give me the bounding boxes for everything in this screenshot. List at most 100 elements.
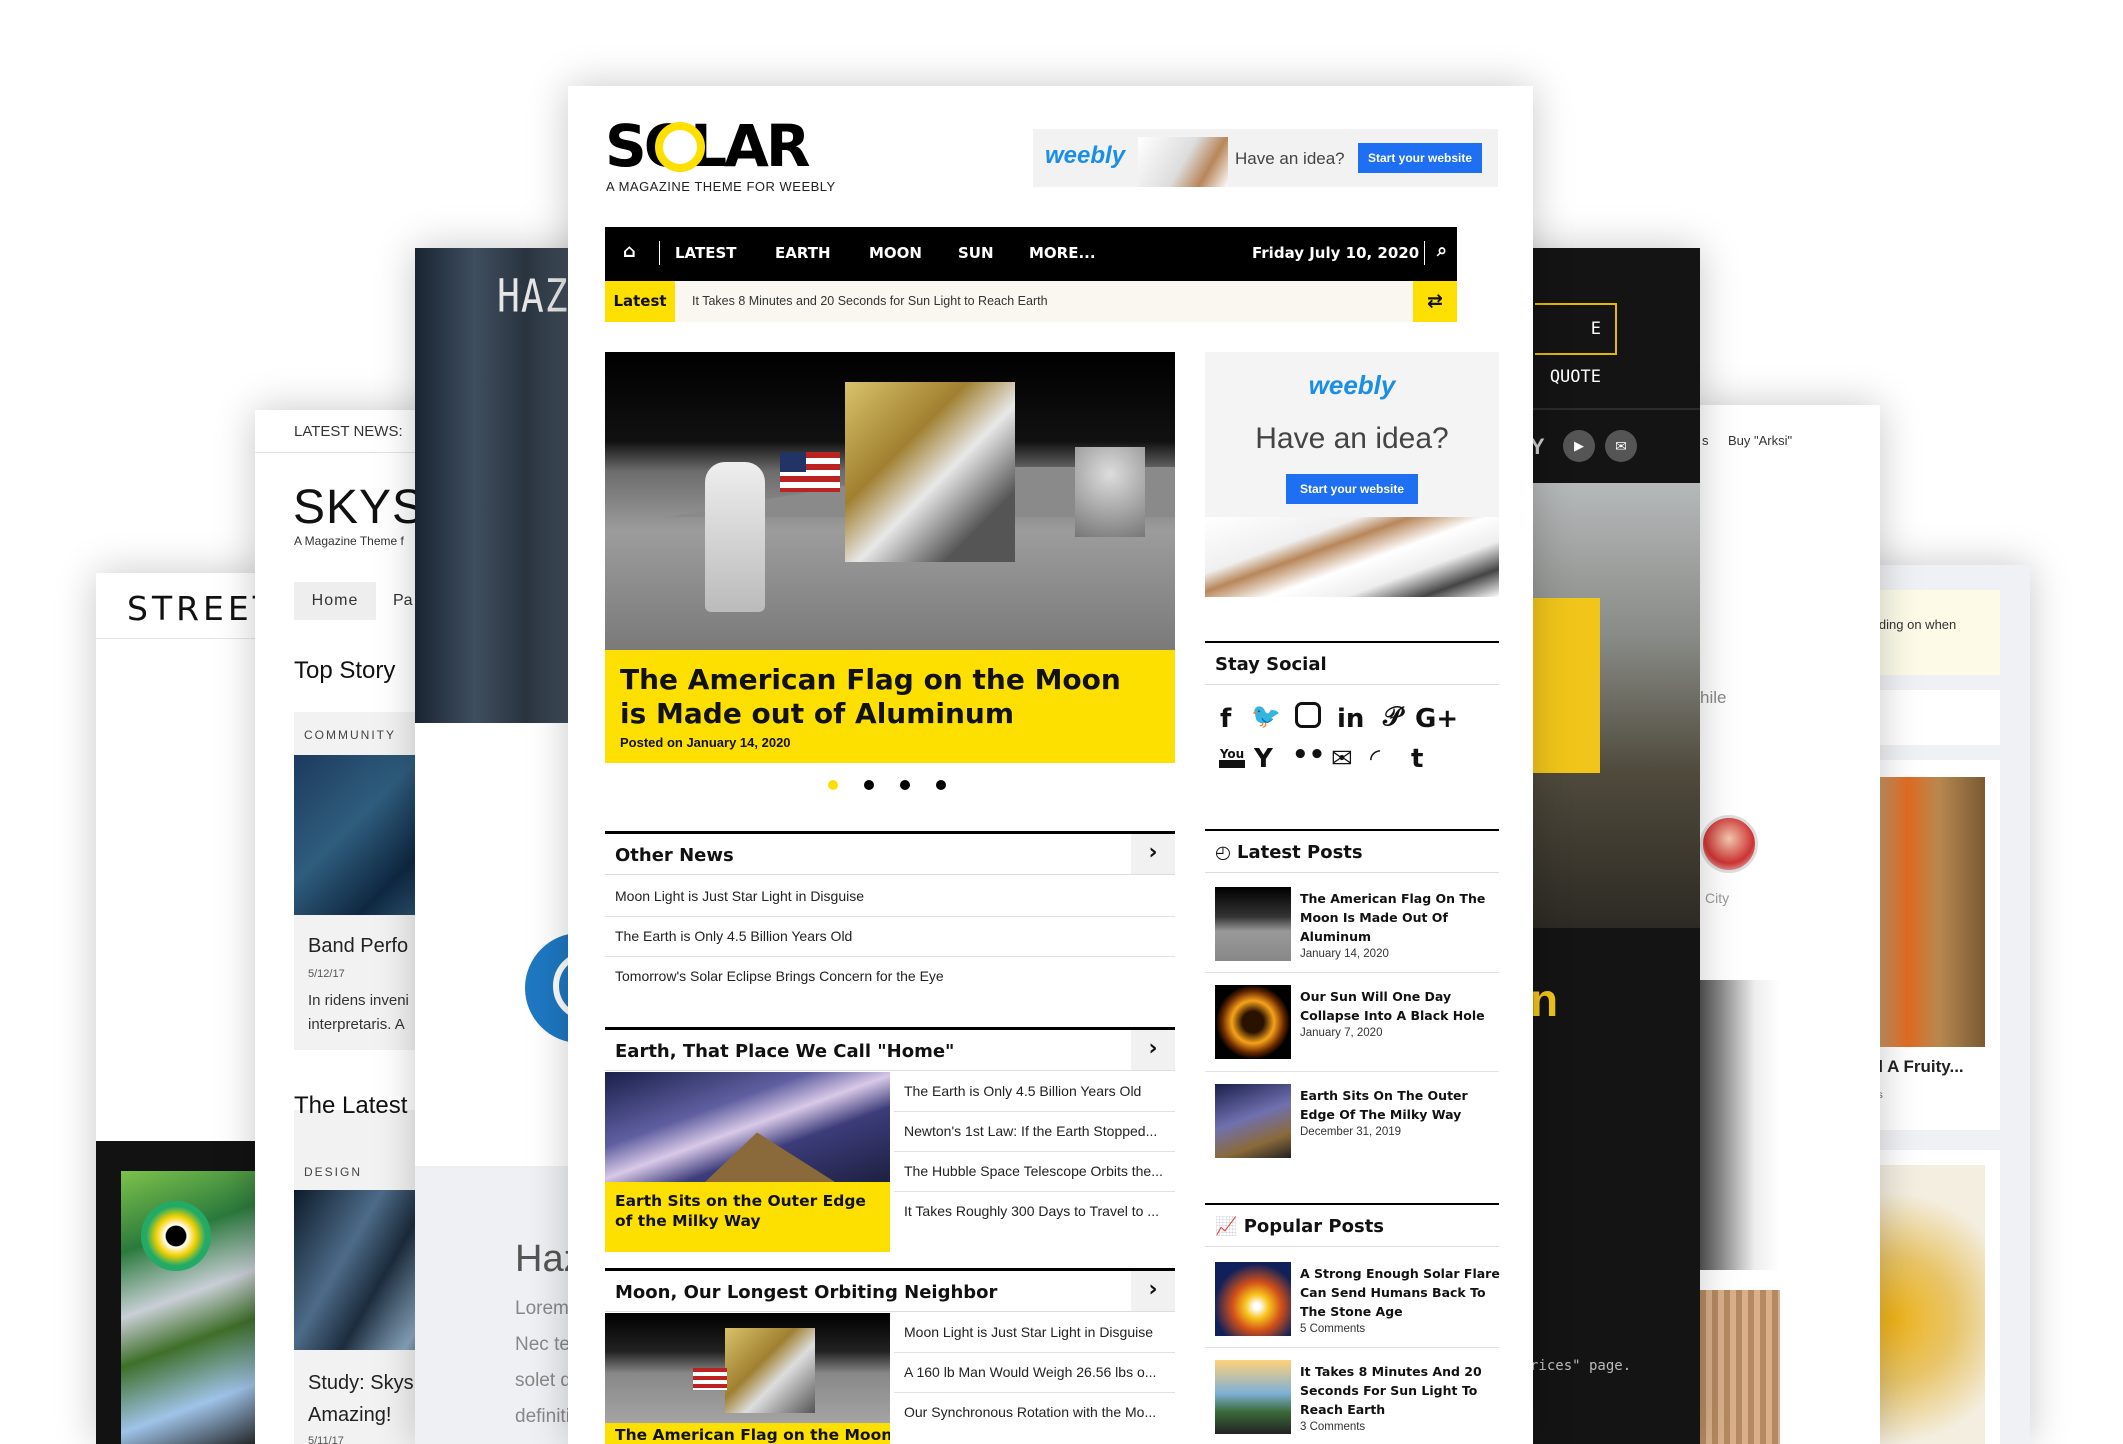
latest-posts-header: ◴ Latest Posts <box>1205 829 1499 873</box>
skys-logo: SKYS <box>293 481 426 534</box>
solar-logo[interactable]: SOLAR <box>605 116 855 176</box>
popular-post-item[interactable]: It Takes 8 Minutes And 20 Seconds For Su… <box>1215 1360 1500 1438</box>
chevron-right-icon[interactable]: › <box>1131 834 1175 874</box>
twitter-icon[interactable]: 🐦 <box>1251 702 1281 730</box>
list-item[interactable]: Moon Light is Just Star Light in Disguis… <box>904 1324 1174 1340</box>
latest-post-item[interactable]: Our Sun Will One Day Collapse Into A Bla… <box>1215 985 1500 1063</box>
latest-ticker: Latest It Takes 8 Minutes and 20 Seconds… <box>605 281 1457 322</box>
slider-dot-1[interactable] <box>828 780 838 790</box>
latest-post-item[interactable]: The American Flag On The Moon Is Made Ou… <box>1215 887 1500 965</box>
home-icon[interactable]: ⌂ <box>623 241 636 262</box>
latest-post-item[interactable]: Earth Sits On The Outer Edge Of The Milk… <box>1215 1084 1500 1162</box>
list-item[interactable]: It Takes Roughly 300 Days to Travel to .… <box>904 1203 1174 1219</box>
stay-social-title: Stay Social <box>1215 654 1327 675</box>
popular-post-item[interactable]: A Strong Enough Solar Flare Can Send Hum… <box>1215 1262 1500 1340</box>
side-ad-text: Have an idea? <box>1255 422 1449 455</box>
avatar <box>1700 815 1758 873</box>
post2-date: 5/11/17 <box>308 1435 344 1444</box>
moon-landing-thumb[interactable] <box>605 1313 890 1423</box>
list-item[interactable]: The Hubble Space Telescope Orbits the... <box>904 1163 1174 1179</box>
ticker-text[interactable]: It Takes 8 Minutes and 20 Seconds for Su… <box>692 294 1048 308</box>
street-theme-preview: STREET <box>96 573 276 1444</box>
list-item[interactable]: A 160 lb Man Would Weigh 26.56 lbs o... <box>904 1364 1174 1380</box>
ticker-label: Latest <box>605 281 675 322</box>
linkedin-icon[interactable]: in <box>1337 704 1364 734</box>
list-item[interactable]: Tomorrow's Solar Eclipse Brings Concern … <box>615 968 944 984</box>
chevron-right-icon[interactable]: › <box>1131 1271 1175 1311</box>
sidebar-ad[interactable]: weebly Have an idea? Start your website <box>1205 352 1499 597</box>
category-design[interactable]: DESIGN <box>304 1165 362 1179</box>
post-title[interactable]: Earth Sits On The Outer Edge Of The Milk… <box>1300 1086 1500 1124</box>
big-letter: n <box>1530 974 1559 1026</box>
post-title[interactable]: A Strong Enough Solar Flare Can Send Hum… <box>1300 1264 1500 1321</box>
post2-title[interactable]: Study: Skys <box>308 1372 414 1395</box>
nav-home[interactable]: Home <box>294 582 376 620</box>
mail-icon[interactable]: ✉ <box>1605 430 1637 462</box>
list-item[interactable]: The Earth is Only 4.5 Billion Years Old <box>615 928 852 944</box>
street-artwork <box>96 1141 276 1444</box>
list-item[interactable]: Moon Light is Just Star Light in Disguis… <box>615 888 864 904</box>
other-news-header: Other News › <box>605 831 1175 875</box>
solar-tagline: A MAGAZINE THEME FOR WEEBLY <box>606 179 836 194</box>
moon-feature-title[interactable]: The American Flag on the Moon <box>615 1425 890 1444</box>
other-news-title: Other News <box>615 845 734 866</box>
moon-landing-photo[interactable] <box>605 352 1175 650</box>
weebly-logo: weebly <box>1045 142 1126 169</box>
the-latest-heading: The Latest <box>294 1092 408 1119</box>
pinterest-icon[interactable]: 𝒫 <box>1383 702 1402 733</box>
chevron-right-icon[interactable]: › <box>1131 1030 1175 1070</box>
post2-title2[interactable]: Amazing! <box>308 1404 391 1427</box>
post1-text: In ridens inveni <box>308 992 409 1009</box>
city-label: City <box>1705 890 1730 906</box>
header-ad-banner[interactable]: weebly Have an idea? Start your website <box>1033 129 1498 187</box>
hero-title[interactable]: The American Flag on the Moon is Made ou… <box>620 663 1140 731</box>
post-meta: 5 Comments <box>1300 1323 1366 1335</box>
list-item[interactable]: Newton's 1st Law: If the Earth Stopped..… <box>904 1123 1174 1139</box>
facebook-icon[interactable]: f <box>1220 704 1231 734</box>
solar-flare-thumb <box>1215 1262 1291 1336</box>
google-plus-icon[interactable]: G+ <box>1415 704 1458 734</box>
nav-moon[interactable]: MOON <box>869 244 922 262</box>
post-date: January 7, 2020 <box>1300 1027 1383 1039</box>
rss-icon[interactable]: ◜ <box>1370 744 1380 774</box>
slider-dot-3[interactable] <box>900 780 910 790</box>
post-title[interactable]: It Takes 8 Minutes And 20 Seconds For Su… <box>1300 1362 1500 1419</box>
cactus-photo <box>1700 1290 1780 1444</box>
instagram-icon[interactable] <box>1295 702 1321 728</box>
list-item[interactable]: The Earth is Only 4.5 Billion Years Old <box>904 1083 1174 1099</box>
youtube-icon[interactable]: ▶ <box>1563 430 1595 462</box>
milky-way-photo[interactable] <box>605 1072 890 1182</box>
ad-start-button[interactable]: Start your website <box>1358 143 1482 173</box>
flickr-icon[interactable]: •• <box>1292 740 1325 770</box>
shuffle-icon[interactable]: ⇄ <box>1413 281 1457 322</box>
search-icon[interactable]: ⌕ <box>1437 240 1447 261</box>
category-community[interactable]: COMMUNITY <box>304 728 396 742</box>
post1-title[interactable]: Band Perfo <box>308 935 408 958</box>
post-title[interactable]: The American Flag On The Moon Is Made Ou… <box>1300 889 1500 946</box>
post-title[interactable]: Our Sun Will One Day Collapse Into A Bla… <box>1300 987 1500 1025</box>
slider-dot-2[interactable] <box>864 780 874 790</box>
list-item[interactable]: Our Synchronous Rotation with the Mo... <box>904 1404 1174 1420</box>
slider-dot-4[interactable] <box>936 780 946 790</box>
ad-text: Have an idea? <box>1235 149 1345 168</box>
pricing-text: rices" page. <box>1530 1358 1632 1374</box>
moon-section-header: Moon, Our Longest Orbiting Neighbor › <box>605 1268 1175 1312</box>
mail-icon[interactable]: ✉ <box>1331 744 1353 774</box>
tumblr-icon[interactable]: t <box>1411 744 1423 774</box>
main-nav: ⌂ LATEST EARTH MOON SUN MORE... Friday J… <box>605 227 1457 281</box>
earth-section-header: Earth, That Place We Call "Home" › <box>605 1027 1175 1071</box>
buy-arksi-link[interactable]: Buy "Arksi" <box>1728 433 1792 448</box>
post-date: January 14, 2020 <box>1300 948 1389 960</box>
nav-latest[interactable]: LATEST <box>675 244 737 262</box>
ycombinator-icon[interactable]: Y <box>1254 744 1273 774</box>
nav-pa[interactable]: Pa <box>393 592 413 610</box>
side-ad-button[interactable]: Start your website <box>1286 474 1418 504</box>
nav-sun[interactable]: SUN <box>958 244 994 262</box>
street-logo: STREET <box>127 589 276 628</box>
nav-s[interactable]: s <box>1702 433 1709 448</box>
quote-button[interactable]: E QUOTE <box>1535 303 1617 387</box>
earth-feature-title[interactable]: Earth Sits on the Outer Edge of the Milk… <box>615 1191 885 1231</box>
youtube-icon[interactable]: You <box>1219 748 1245 768</box>
nav-more[interactable]: MORE... <box>1029 244 1096 262</box>
nav-earth[interactable]: EARTH <box>775 244 831 262</box>
